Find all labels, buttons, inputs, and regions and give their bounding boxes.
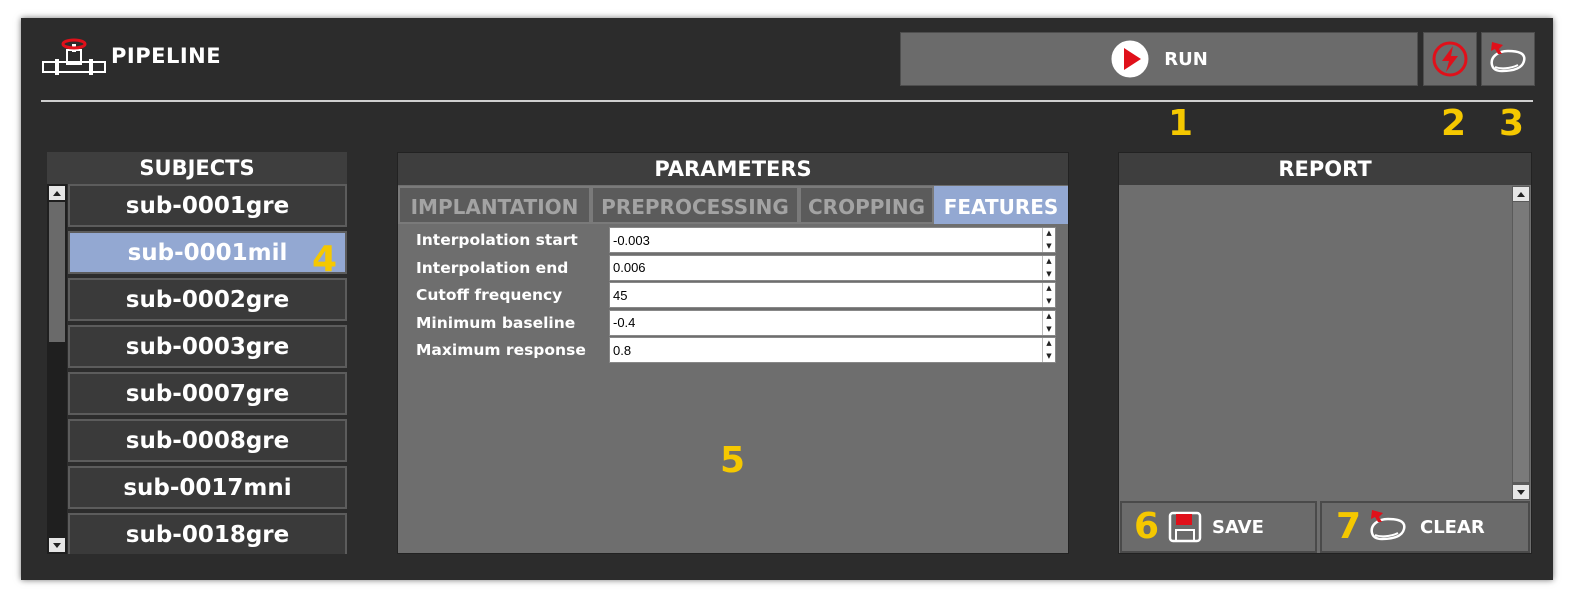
parameters-title: PARAMETERS [398, 153, 1068, 185]
report-scrollbar[interactable] [1512, 186, 1530, 500]
eraser-icon [1370, 510, 1406, 541]
subjects-scrollbar[interactable] [47, 184, 67, 554]
subject-item[interactable]: sub-0018gre [68, 513, 347, 554]
tab-implantation[interactable]: IMPLANTATION [398, 186, 591, 224]
param-row: Interpolation end 0.006 ▲ ▼ [398, 254, 1068, 282]
tab-cropping[interactable]: CROPPING [799, 186, 934, 224]
cutoff-frequency-spinbox[interactable]: 45 ▲ ▼ [609, 282, 1056, 308]
pipeline-window: PIPELINE RUN 1 2 3 SUBJECTS sub-0001gre … [21, 18, 1553, 580]
param-value[interactable]: -0.003 [610, 233, 1042, 248]
scroll-down-arrow-icon[interactable] [1513, 485, 1529, 499]
save-disk-icon [1168, 511, 1202, 543]
param-label: Cutoff frequency [416, 286, 563, 304]
report-panel: REPORT 6 SAVE 7 CLEAR [1118, 152, 1532, 554]
parameters-panel: PARAMETERS IMPLANTATION PREPROCESSING CR… [397, 152, 1069, 554]
interpolation-start-spinbox[interactable]: -0.003 ▲ ▼ [609, 227, 1056, 253]
callout-7: 7 [1336, 506, 1362, 547]
param-value[interactable]: 0.006 [610, 260, 1042, 275]
param-value[interactable]: 0.8 [610, 343, 1042, 358]
save-button[interactable]: 6 SAVE [1120, 501, 1317, 553]
run-label: RUN [1164, 48, 1208, 70]
spin-arrows-icon[interactable]: ▲ ▼ [1042, 255, 1055, 280]
subject-item[interactable]: sub-0003gre [68, 325, 347, 368]
subjects-title: SUBJECTS [47, 152, 347, 184]
pipeline-valve-icon [42, 38, 106, 75]
callout-4: 4 [312, 239, 338, 280]
subject-item[interactable]: sub-0007gre [68, 372, 347, 415]
param-row: Cutoff frequency 45 ▲ ▼ [398, 282, 1068, 309]
param-label: Minimum baseline [416, 313, 576, 332]
param-row: Interpolation start -0.003 ▲ ▼ [398, 227, 1068, 254]
subject-item[interactable]: sub-0001gre [68, 184, 347, 227]
callout-5: 5 [720, 440, 746, 481]
report-text-area[interactable] [1119, 186, 1512, 500]
scroll-thumb[interactable] [49, 202, 65, 342]
callout-1: 1 [1168, 103, 1194, 144]
maximum-response-spinbox[interactable]: 0.8 ▲ ▼ [609, 337, 1056, 363]
param-label: Interpolation start [416, 231, 578, 249]
scroll-thumb[interactable] [1513, 202, 1529, 482]
play-icon [1111, 40, 1149, 78]
callout-6: 6 [1134, 506, 1160, 547]
report-title: REPORT [1119, 153, 1531, 185]
subject-item[interactable]: sub-0002gre [68, 278, 347, 321]
param-value[interactable]: -0.4 [610, 315, 1042, 330]
quick-run-button[interactable] [1423, 32, 1477, 86]
clear-all-button[interactable] [1481, 32, 1535, 86]
parameters-tabs: IMPLANTATION PREPROCESSING CROPPING FEAT… [398, 186, 1068, 224]
param-row: Maximum response 0.8 ▲ ▼ [398, 337, 1068, 364]
eraser-icon [1490, 42, 1526, 73]
tab-features[interactable]: FEATURES [934, 186, 1068, 224]
save-label: SAVE [1212, 516, 1264, 538]
scroll-up-arrow-icon[interactable] [1513, 187, 1529, 201]
app-title: PIPELINE [111, 44, 222, 68]
subject-item[interactable]: sub-0008gre [68, 419, 347, 462]
spin-arrows-icon[interactable]: ▲ ▼ [1042, 228, 1055, 252]
minimum-baseline-spinbox[interactable]: -0.4 ▲ ▼ [609, 309, 1056, 336]
param-row: Minimum baseline -0.4 ▲ ▼ [398, 309, 1068, 337]
param-label: Interpolation end [416, 258, 569, 277]
subject-list: sub-0001gre sub-0001mil sub-0002gre sub-… [68, 184, 347, 554]
param-label: Maximum response [416, 341, 586, 359]
spin-arrows-icon[interactable]: ▲ ▼ [1042, 283, 1055, 307]
lightning-icon [1432, 41, 1468, 77]
spin-arrows-icon[interactable]: ▲ ▼ [1042, 310, 1055, 335]
spin-arrows-icon[interactable]: ▲ ▼ [1042, 338, 1055, 362]
tab-preprocessing[interactable]: PREPROCESSING [591, 186, 799, 224]
callout-3: 3 [1499, 103, 1525, 144]
scroll-up-arrow-icon[interactable] [49, 186, 65, 200]
param-value[interactable]: 45 [610, 288, 1042, 303]
subject-item[interactable]: sub-0017mni [68, 466, 347, 509]
callout-2: 2 [1441, 103, 1467, 144]
interpolation-end-spinbox[interactable]: 0.006 ▲ ▼ [609, 254, 1056, 281]
clear-label: CLEAR [1420, 516, 1485, 538]
scroll-down-arrow-icon[interactable] [49, 538, 65, 552]
subject-item-selected[interactable]: sub-0001mil [68, 231, 347, 274]
header-divider [41, 100, 1533, 102]
clear-button[interactable]: 7 CLEAR [1320, 501, 1530, 553]
run-button[interactable]: RUN [900, 32, 1418, 86]
